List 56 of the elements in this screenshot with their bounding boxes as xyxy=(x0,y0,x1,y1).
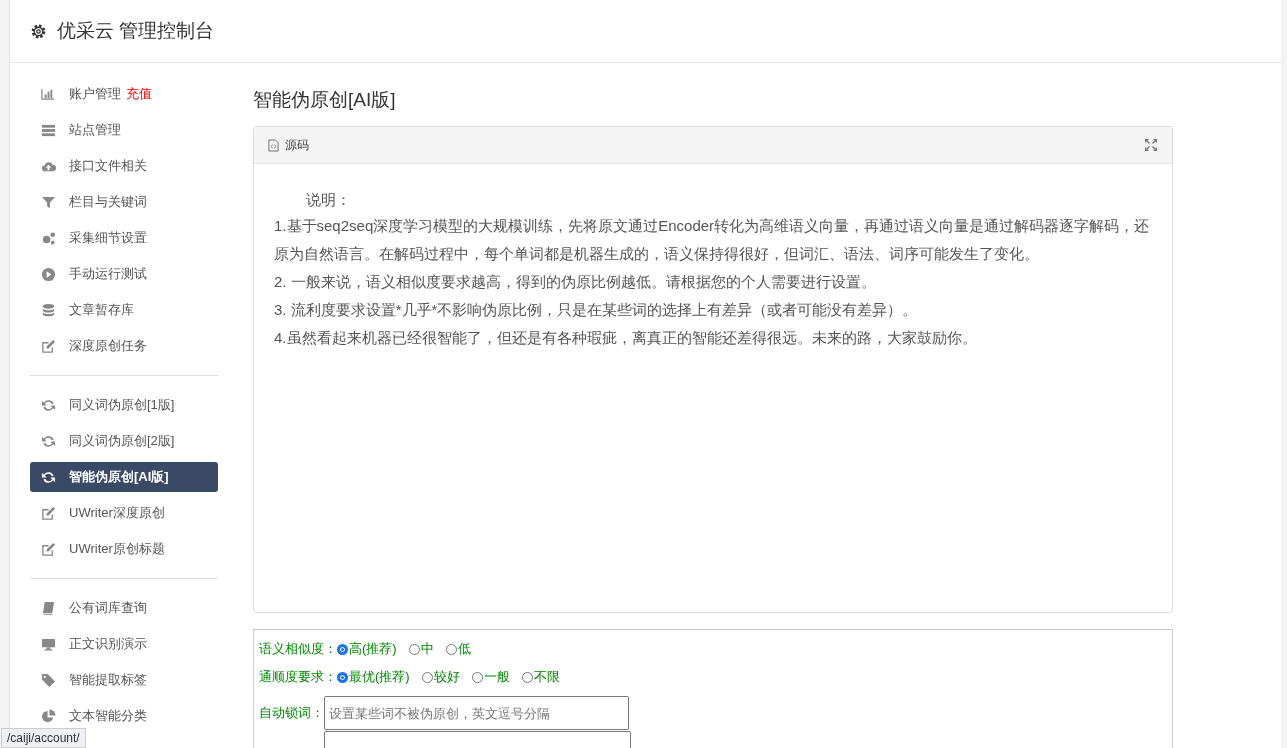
radio-option[interactable]: 最优(推荐) xyxy=(337,668,410,686)
tag-icon xyxy=(40,672,57,688)
status-url: /caiji/account/ xyxy=(1,728,86,748)
sidebar-item[interactable]: 智能伪原创[AI版] xyxy=(30,462,218,492)
sidebar-item[interactable]: 智能提取标签 xyxy=(30,665,218,695)
edit-icon xyxy=(40,505,57,521)
sidebar-item[interactable]: 账户管理 充值 xyxy=(30,79,218,109)
refresh-icon xyxy=(40,433,57,449)
option-label: 语义相似度： xyxy=(259,640,337,658)
sidebar-item[interactable]: 文本智能分类 xyxy=(30,701,218,731)
notes-heading: 说明： xyxy=(305,190,352,210)
radio-option[interactable]: 低 xyxy=(445,640,471,658)
option-label: 自动锁词： xyxy=(259,704,324,722)
edit-icon xyxy=(40,338,57,354)
radio-option[interactable]: 中 xyxy=(408,640,434,658)
sidebar-item[interactable]: 公有词库查询 xyxy=(30,593,218,623)
sidebar-item[interactable]: 采集细节设置 xyxy=(30,223,218,253)
note-paragraph: 2. 一般来说，语义相似度要求越高，得到的伪原比例越低。请根据您的个人需要进行设置。 xyxy=(274,272,877,292)
radio-option[interactable]: 较好 xyxy=(421,668,460,686)
recharge-label: 充值 xyxy=(126,85,152,103)
sidebar-item[interactable]: UWriter原创标题 xyxy=(30,534,218,564)
sidebar-item[interactable]: 同义词伪原创[1版] xyxy=(30,390,218,420)
lock-words-field[interactable]: 设置某些词不被伪原创，英文逗号分隔 xyxy=(324,696,629,730)
page-title: 智能伪原创[AI版] xyxy=(253,88,397,112)
play-icon xyxy=(40,266,57,282)
radio-option[interactable]: 高(推荐) xyxy=(337,640,397,658)
sidebar-item[interactable]: 接口文件相关 xyxy=(30,151,218,181)
refresh-icon xyxy=(40,469,57,485)
code-file-icon xyxy=(268,138,279,152)
monitor-icon xyxy=(40,636,57,652)
bar-chart-icon xyxy=(40,86,57,102)
refresh-icon xyxy=(40,397,57,413)
console-title: 优采云 管理控制台 xyxy=(57,19,215,43)
edit-icon xyxy=(40,541,57,557)
sidebar-item[interactable]: 深度原创任务 xyxy=(30,331,218,361)
sidebar-item[interactable]: 栏目与关键词 xyxy=(30,187,218,217)
radio-option[interactable]: 一般 xyxy=(471,668,510,686)
filter-icon xyxy=(40,194,57,210)
sidebar-item[interactable]: UWriter深度原创 xyxy=(30,498,218,528)
option-label: 通顺度要求： xyxy=(259,668,337,686)
source-tab[interactable]: 源码 xyxy=(268,136,309,154)
fullscreen-button[interactable] xyxy=(1144,138,1158,152)
note-paragraph: 3. 流利度要求设置*几乎*不影响伪原比例，只是在某些词的选择上有差异（或者可能没有差异）。 xyxy=(274,300,919,320)
book-icon xyxy=(40,600,57,616)
sidebar-item[interactable]: 同义词伪原创[2版] xyxy=(30,426,218,456)
note-paragraph: 4.虽然看起来机器已经很智能了，但还是有各种瑕疵，离真正的智能还差得很远。未来的路，大家鼓励你。 xyxy=(274,328,978,348)
server-icon xyxy=(40,122,57,138)
sidebar-item[interactable]: 正文识别演示 xyxy=(30,629,218,659)
note-paragraph: 1.基于seq2seq深度学习模型的大规模训练，先将原文通过Encoder转化为高维语义向量，再通过语义向量是通过解码器逐字解码，还原为自然语言。在解码过程中，每个单词都是机器生成的，语义保持得很好，但词汇、语法、词序可能发生了变化。 xyxy=(274,216,1151,264)
sidebar-item[interactable]: 文章暂存库 xyxy=(30,295,218,325)
radio-option[interactable]: 不限 xyxy=(521,668,560,686)
settings-icon xyxy=(30,22,47,40)
sidebar-item[interactable]: 站点管理 xyxy=(30,115,218,145)
sidebar-item[interactable]: 手动运行测试 xyxy=(30,259,218,289)
database-icon xyxy=(40,302,57,318)
pie-chart-icon xyxy=(40,708,57,724)
